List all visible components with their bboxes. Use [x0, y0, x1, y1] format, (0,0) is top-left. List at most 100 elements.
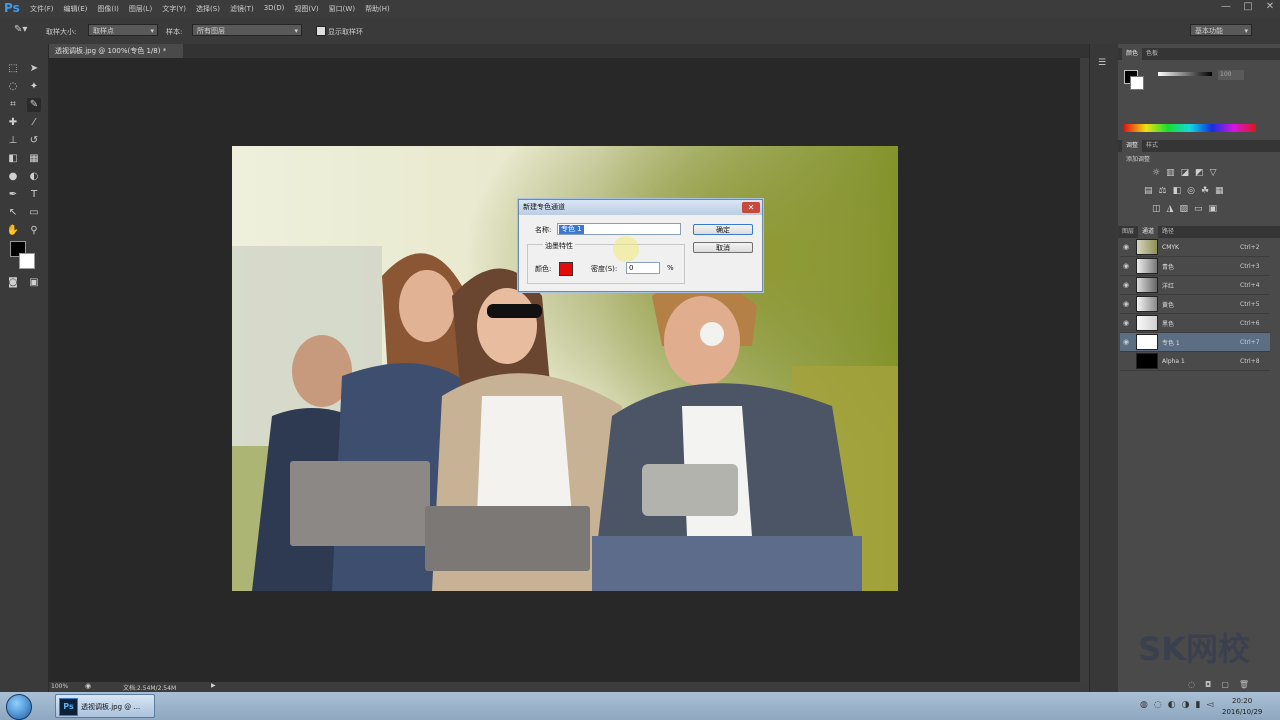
exposure-icon[interactable]: ◩ [1195, 168, 1204, 178]
channel-row-black[interactable]: ◉ 黑色 Ctrl+6 [1120, 314, 1270, 333]
save-selection-icon[interactable]: ◘ [1205, 680, 1211, 689]
levels-icon[interactable]: ▥ [1166, 168, 1175, 178]
marquee-tool-icon[interactable]: ⬚ [6, 62, 20, 76]
dialog-close-icon[interactable]: ✕ [742, 202, 760, 213]
path-select-icon[interactable]: ↖ [6, 206, 20, 220]
sample-select[interactable]: 所有图层 [192, 24, 302, 37]
channel-row-spot-1[interactable]: ◉ 专色 1 Ctrl+7 [1120, 333, 1270, 352]
visibility-eye-icon[interactable]: ◉ [1120, 338, 1132, 346]
color-lookup-icon[interactable]: ▦ [1215, 186, 1224, 196]
menu-edit[interactable]: 编辑(E) [64, 4, 88, 14]
selective-color-icon[interactable]: ▣ [1208, 204, 1217, 214]
menu-filter[interactable]: 滤镜(T) [230, 4, 254, 14]
show-ring-checkbox[interactable] [316, 26, 326, 36]
gradient-map-icon[interactable]: ▭ [1194, 204, 1203, 214]
menu-type[interactable]: 文字(Y) [162, 4, 186, 14]
name-input[interactable]: 专色 1 [557, 223, 681, 235]
maximize-button[interactable]: □ [1242, 1, 1254, 12]
spot-color-swatch[interactable] [559, 262, 573, 276]
channel-row-yellow[interactable]: ◉ 黄色 Ctrl+5 [1120, 295, 1270, 314]
solidity-input[interactable]: 0 [626, 262, 660, 274]
start-button[interactable] [6, 694, 32, 720]
blur-tool-icon[interactable]: ● [6, 170, 20, 184]
tray-app2-icon[interactable]: ◌ [1154, 700, 1162, 710]
shape-tool-icon[interactable]: ▭ [27, 206, 41, 220]
eraser-tool-icon[interactable]: ◧ [6, 152, 20, 166]
menu-file[interactable]: 文件(F) [30, 4, 54, 14]
visibility-eye-icon[interactable]: ◉ [1120, 243, 1132, 251]
menu-layer[interactable]: 图层(L) [129, 4, 152, 14]
move-tool-icon[interactable]: ➤ [27, 62, 41, 76]
zoom-tool-icon[interactable]: ⚲ [27, 224, 41, 238]
zoom-level[interactable]: 100% [51, 683, 68, 690]
sample-size-select[interactable]: 取样点 [88, 24, 158, 37]
history-brush-icon[interactable]: ↺ [27, 134, 41, 148]
history-panel-icon[interactable]: ☰ [1098, 58, 1106, 68]
tab-color[interactable]: 颜色 [1122, 48, 1143, 60]
vibrance-icon[interactable]: ▽ [1210, 168, 1217, 178]
vertical-scrollbar[interactable] [1080, 58, 1089, 682]
brightness-icon[interactable]: ☼ [1152, 168, 1160, 178]
visibility-eye-icon[interactable]: ◉ [1120, 262, 1132, 270]
magic-wand-icon[interactable]: ✦ [27, 80, 41, 94]
black-white-icon[interactable]: ◧ [1173, 186, 1182, 196]
channel-row-alpha-1[interactable]: Alpha 1 Ctrl+8 [1120, 352, 1270, 371]
healing-brush-icon[interactable]: ✚ [6, 116, 20, 130]
eyedropper-icon[interactable]: ✎▾ [14, 24, 27, 35]
dodge-tool-icon[interactable]: ◐ [27, 170, 41, 184]
volume-icon[interactable]: ◅ [1206, 700, 1213, 710]
clone-stamp-icon[interactable]: ⊥ [6, 134, 20, 148]
visibility-eye-icon[interactable]: ◉ [1120, 319, 1132, 327]
gradient-tool-icon[interactable]: ▦ [27, 152, 41, 166]
curves-icon[interactable]: ◪ [1181, 168, 1190, 178]
hand-tool-icon[interactable]: ✋ [6, 224, 20, 238]
channel-row-cyan[interactable]: ◉ 青色 Ctrl+3 [1120, 257, 1270, 276]
k-value-input[interactable]: 100 [1218, 70, 1244, 80]
photo-filter-icon[interactable]: ◎ [1187, 186, 1195, 196]
taskbar-photoshop-item[interactable]: Ps 透视调板.jpg @ ... [55, 694, 155, 718]
quick-mask-icon[interactable]: ◙ [6, 276, 20, 290]
delete-channel-icon[interactable]: 🗑 [1239, 680, 1249, 689]
document-tab[interactable]: 透视调板.jpg @ 100%(专色 1/8) * [49, 44, 183, 58]
tray-app-icon[interactable]: ◍ [1140, 700, 1148, 710]
menu-window[interactable]: 窗口(W) [329, 4, 355, 14]
load-selection-icon[interactable]: ◌ [1188, 680, 1195, 689]
visibility-eye-icon[interactable]: ◉ [1120, 281, 1132, 289]
menu-select[interactable]: 选择(S) [196, 4, 220, 14]
clock-time[interactable]: 20:20 [1232, 697, 1252, 705]
new-channel-icon[interactable]: ▢ [1221, 680, 1229, 689]
tab-paths[interactable]: 路径 [1162, 226, 1174, 238]
pen-tool-icon[interactable]: ✒ [6, 188, 20, 202]
posterize-icon[interactable]: ◮ [1167, 204, 1174, 214]
brush-tool-icon[interactable]: ⁄ [27, 116, 41, 130]
tab-styles[interactable]: 样式 [1146, 140, 1158, 152]
invert-icon[interactable]: ◫ [1152, 204, 1161, 214]
status-arrow-icon[interactable]: ▶ [211, 682, 216, 689]
screen-mode-icon[interactable]: ▣ [27, 276, 41, 290]
lasso-tool-icon[interactable]: ◌ [6, 80, 20, 94]
network-icon[interactable]: ▮ [1195, 700, 1200, 710]
menu-view[interactable]: 视图(V) [294, 4, 318, 14]
tray-app4-icon[interactable]: ◑ [1182, 700, 1190, 710]
menu-help[interactable]: 帮助(H) [365, 4, 390, 14]
threshold-icon[interactable]: ▨ [1179, 204, 1188, 214]
status-icon[interactable]: ◉ [85, 682, 91, 690]
tab-swatches[interactable]: 色板 [1146, 48, 1158, 60]
eyedropper-tool-icon[interactable]: ✎ [27, 98, 41, 112]
color-balance-icon[interactable]: ⚖ [1159, 186, 1167, 196]
menu-image[interactable]: 图像(I) [97, 4, 119, 14]
color-spectrum-bar[interactable] [1124, 124, 1256, 132]
tab-adjustments[interactable]: 调整 [1122, 140, 1143, 152]
menu-3d[interactable]: 3D(D) [264, 4, 285, 14]
crop-tool-icon[interactable]: ⌗ [6, 98, 20, 112]
ok-button[interactable]: 确定 [693, 224, 753, 235]
workspace-select[interactable]: 基本功能 [1190, 24, 1252, 37]
channel-mixer-icon[interactable]: ☘ [1201, 186, 1209, 196]
clock-date[interactable]: 2016/10/29 [1222, 708, 1262, 716]
background-color-swatch[interactable] [19, 253, 35, 269]
type-tool-icon[interactable]: T [27, 188, 41, 202]
close-window-button[interactable]: ✕ [1264, 1, 1276, 12]
panel-background-swatch[interactable] [1130, 76, 1144, 90]
tab-channels[interactable]: 通道 [1138, 226, 1159, 238]
cancel-button[interactable]: 取消 [693, 242, 753, 253]
